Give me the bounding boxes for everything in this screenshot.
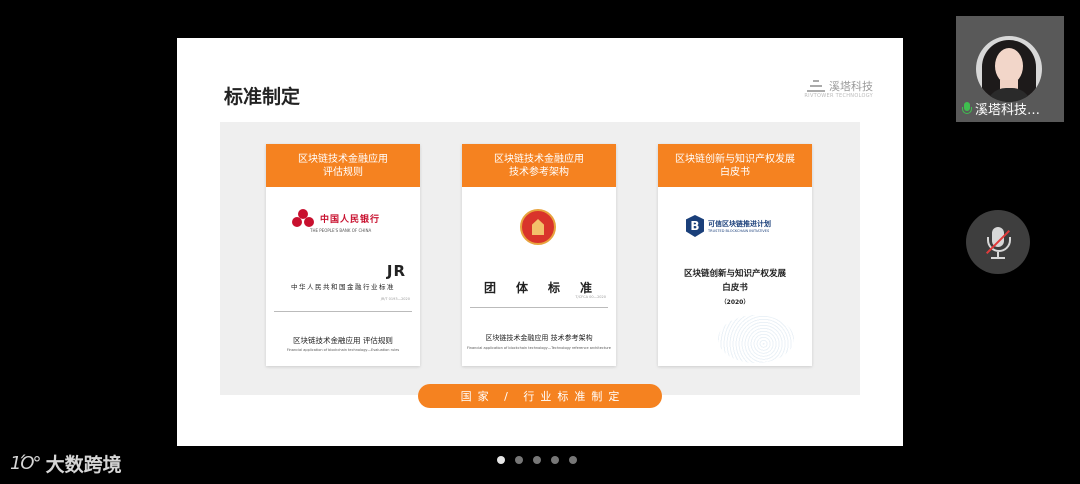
standard-number: JR/T 0193—2020: [380, 297, 410, 301]
page-dot[interactable]: [551, 456, 559, 464]
watermark: 1Ό° 大数跨境: [10, 450, 122, 477]
whitepaper-year: （2020）: [720, 299, 750, 306]
whitepaper-title: 区块链创新与知识产权发展 白皮书: [658, 267, 812, 295]
slide-title: 标准制定: [224, 86, 301, 108]
card-header-line1: 区块链创新与知识产权发展: [675, 153, 795, 165]
page-dot[interactable]: [533, 456, 541, 464]
tbi-shield-icon: B: [686, 215, 704, 237]
watermark-text: 大数跨境: [45, 454, 122, 476]
association-seal-icon: [520, 209, 556, 245]
org-name-en: TRUSTED BLOCKCHAIN INITIATIVES: [708, 229, 770, 233]
doc-title: 区块链技术金融应用 技术参考架构: [485, 334, 593, 342]
microphone-icon: [962, 101, 972, 116]
card-header-line1: 区块链技术金融应用: [298, 153, 388, 165]
card-header-line2: 评估规则: [323, 166, 363, 178]
card-header-line1: 区块链技术金融应用: [494, 153, 584, 165]
doc-title-en: Financial application of blockchain tech…: [467, 346, 611, 350]
brand-logo: 溪塔科技: [807, 78, 873, 94]
participant-label: 溪塔科技…: [962, 99, 1040, 118]
standard-card-evaluation-rules: 区块链技术金融应用 评估规则 中国人民银行 THE PEOPLE'S BANK …: [266, 144, 420, 366]
pboc-logo: 中国人民银行: [292, 209, 402, 227]
group-standard-label: 团体标准: [483, 281, 612, 295]
standards-panel: 区块链技术金融应用 评估规则 中国人民银行 THE PEOPLE'S BANK …: [220, 122, 860, 395]
whitepaper-title-line1: 区块链创新与知识产权发展: [683, 269, 786, 279]
card-cover: 中国人民银行 THE PEOPLE'S BANK OF CHINA JR 中华人…: [266, 187, 420, 366]
standard-code: JR: [386, 262, 406, 280]
divider: [274, 311, 412, 312]
card-header: 区块链技术金融应用 技术参考架构: [462, 144, 616, 187]
card-header-line2: 白皮书: [720, 166, 750, 178]
participant-video-tile[interactable]: 溪塔科技…: [956, 16, 1064, 122]
divider: [470, 307, 608, 308]
page-dot[interactable]: [569, 456, 577, 464]
doc-title-en: Financial application of blockchain tech…: [286, 348, 400, 352]
whitepaper-title-line2: 白皮书: [722, 283, 748, 293]
brand-mark-icon: [807, 78, 825, 94]
card-cover: 团体标准 T/CFCA 00—2020 区块链技术金融应用 技术参考架构 Fin…: [462, 187, 616, 366]
card-header: 区块链创新与知识产权发展 白皮书: [658, 144, 812, 187]
standard-number: T/CFCA 00—2020: [575, 295, 606, 299]
issuer-name-en: THE PEOPLE'S BANK OF CHINA: [310, 228, 372, 233]
card-cover: B 可信区块链推进计划 TRUSTED BLOCKCHAIN INITIATIV…: [658, 187, 812, 366]
standard-card-reference-architecture: 区块链技术金融应用 技术参考架构 团体标准 T/CFCA 00—2020 区块链…: [462, 144, 616, 366]
participant-name: 溪塔科技…: [975, 103, 1041, 118]
shared-slide: 标准制定 溪塔科技 RIVTOWER TECHNOLOGY 区块链技术金融应用 …: [177, 38, 903, 446]
brand-name: 溪塔科技: [829, 80, 873, 93]
org-name: 可信区块链推进计划: [708, 220, 771, 228]
page-indicator: [497, 456, 577, 464]
page-dot[interactable]: [515, 456, 523, 464]
mute-toggle-button[interactable]: [966, 210, 1030, 274]
issuer-name: 中国人民银行: [320, 214, 381, 225]
tbi-logo: B 可信区块链推进计划 TRUSTED BLOCKCHAIN INITIATIV…: [686, 215, 771, 237]
fingerprint-graphic: [718, 315, 794, 363]
card-header: 区块链技术金融应用 评估规则: [266, 144, 420, 187]
pboc-emblem-icon: [292, 209, 314, 227]
standard-line: 中华人民共和国金融行业标准: [291, 283, 395, 291]
brand-sub: RIVTOWER TECHNOLOGY: [804, 93, 873, 99]
footer-label: 国家 / 行业标准制定: [418, 384, 662, 408]
whitepaper-card: 区块链创新与知识产权发展 白皮书 B 可信区块链推进计划 TRUSTED BLO…: [658, 144, 812, 366]
doc-title: 区块链技术金融应用 评估规则: [293, 336, 393, 345]
watermark-logo: 1Ό°: [10, 453, 42, 474]
page-dot[interactable]: [497, 456, 505, 464]
participant-avatar: [976, 36, 1042, 102]
card-header-line2: 技术参考架构: [509, 166, 569, 178]
